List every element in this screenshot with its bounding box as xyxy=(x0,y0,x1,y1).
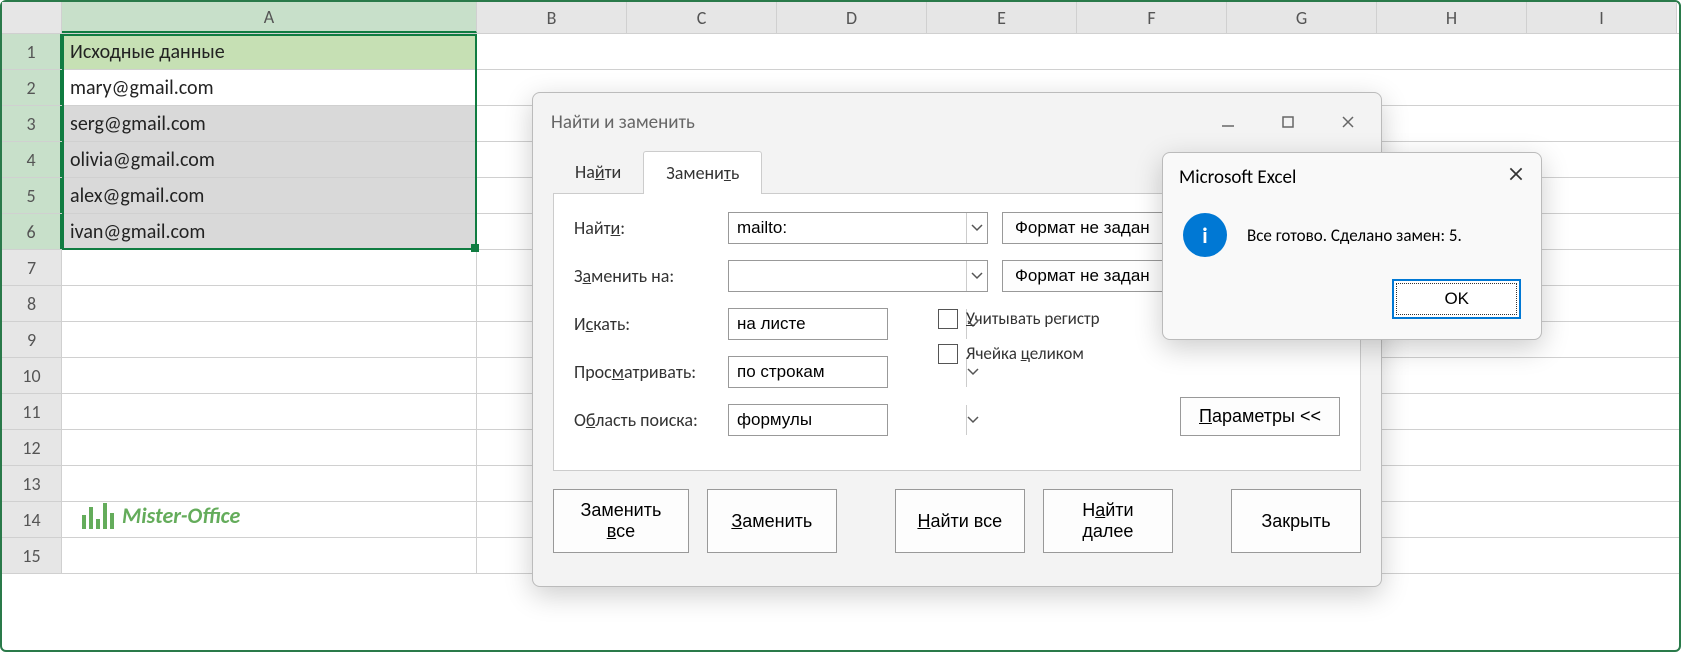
search-combo[interactable] xyxy=(728,308,888,340)
col-header-E[interactable]: E xyxy=(927,2,1077,33)
replace-label: Заменить на: xyxy=(574,265,714,287)
scope-label: Область поиска: xyxy=(574,409,714,431)
cell-A3[interactable]: serg@gmail.com xyxy=(62,106,477,141)
cell-A15[interactable] xyxy=(62,538,477,573)
close-button[interactable] xyxy=(1333,107,1363,137)
row-header-4[interactable]: 4 xyxy=(2,142,62,177)
col-header-F[interactable]: F xyxy=(1077,2,1227,33)
watermark: Mister-Office xyxy=(82,502,240,529)
cell-A7[interactable] xyxy=(62,250,477,285)
watermark-text: Mister-Office xyxy=(122,502,240,529)
close-dialog-button[interactable]: Закрыть xyxy=(1231,489,1361,553)
search-select[interactable] xyxy=(729,309,966,339)
cell-A10[interactable] xyxy=(62,358,477,393)
look-label: Просматривать: xyxy=(574,361,714,383)
cell-A12[interactable] xyxy=(62,430,477,465)
replace-button[interactable]: Заменить xyxy=(707,489,837,553)
replace-combo[interactable] xyxy=(728,260,988,292)
replace-input[interactable] xyxy=(729,261,966,291)
maximize-button[interactable] xyxy=(1273,107,1303,137)
cell-A6[interactable]: ivan@gmail.com xyxy=(62,214,477,249)
select-all-corner[interactable] xyxy=(2,2,62,33)
parameters-button[interactable]: Параметры << xyxy=(1180,397,1340,436)
case-label: Учитывать регистр xyxy=(966,308,1100,329)
scope-combo[interactable] xyxy=(728,404,888,436)
scope-select[interactable] xyxy=(729,405,966,435)
col-header-D[interactable]: D xyxy=(777,2,927,33)
look-select[interactable] xyxy=(729,357,966,387)
whole-cell-label: Ячейка целиком xyxy=(966,343,1084,364)
look-combo[interactable] xyxy=(728,356,888,388)
col-header-C[interactable]: C xyxy=(627,2,777,33)
close-icon[interactable] xyxy=(1507,165,1525,189)
cell-A5[interactable]: alex@gmail.com xyxy=(62,178,477,213)
find-input[interactable] xyxy=(729,213,966,243)
row-header-9[interactable]: 9 xyxy=(2,322,62,357)
cell-A2[interactable]: mary@gmail.com xyxy=(62,70,477,105)
whole-cell-checkbox[interactable] xyxy=(938,344,958,364)
row-header-10[interactable]: 10 xyxy=(2,358,62,393)
find-next-button[interactable]: Найти далее xyxy=(1043,489,1173,553)
find-all-button[interactable]: Найти все xyxy=(895,489,1025,553)
row-header-5[interactable]: 5 xyxy=(2,178,62,213)
col-header-G[interactable]: G xyxy=(1227,2,1377,33)
info-icon: i xyxy=(1183,213,1227,257)
row-header-6[interactable]: 6 xyxy=(2,214,62,249)
search-label: Искать: xyxy=(574,313,714,335)
row-header-15[interactable]: 15 xyxy=(2,538,62,573)
row-header-3[interactable]: 3 xyxy=(2,106,62,141)
chevron-down-icon[interactable] xyxy=(966,213,987,243)
message-title: Microsoft Excel xyxy=(1179,166,1296,189)
col-header-A[interactable]: A xyxy=(62,2,477,33)
row-header-14[interactable]: 14 xyxy=(2,502,62,537)
cell-A8[interactable] xyxy=(62,286,477,321)
find-format-button[interactable]: Формат не задан xyxy=(1002,212,1167,244)
message-text: Все готово. Сделано замен: 5. xyxy=(1247,225,1462,246)
ok-button[interactable]: OK xyxy=(1392,279,1521,319)
cell-A11[interactable] xyxy=(62,394,477,429)
tab-replace[interactable]: Заменить xyxy=(643,151,762,194)
row-header-11[interactable]: 11 xyxy=(2,394,62,429)
dialog-title: Найти и заменить xyxy=(551,111,695,134)
replace-all-button[interactable]: Заменить все xyxy=(553,489,689,553)
row-header-8[interactable]: 8 xyxy=(2,286,62,321)
col-header-B[interactable]: B xyxy=(477,2,627,33)
find-label: Найти: xyxy=(574,217,714,239)
minimize-button[interactable] xyxy=(1213,107,1243,137)
chevron-down-icon[interactable] xyxy=(966,261,987,291)
message-box: Microsoft Excel i Все готово. Сделано за… xyxy=(1162,152,1542,340)
find-combo[interactable] xyxy=(728,212,988,244)
cell-A9[interactable] xyxy=(62,322,477,357)
row-header-12[interactable]: 12 xyxy=(2,430,62,465)
col-header-H[interactable]: H xyxy=(1377,2,1527,33)
row-header-7[interactable]: 7 xyxy=(2,250,62,285)
cell-A1[interactable]: Исходные данные xyxy=(62,34,477,69)
row-header-1[interactable]: 1 xyxy=(2,34,62,69)
replace-format-button[interactable]: Формат не задан xyxy=(1002,260,1167,292)
cell-A13[interactable] xyxy=(62,466,477,501)
col-header-I[interactable]: I xyxy=(1527,2,1677,33)
row-header-2[interactable]: 2 xyxy=(2,70,62,105)
tab-find[interactable]: Найти xyxy=(553,151,643,194)
case-checkbox[interactable] xyxy=(938,309,958,329)
row-header-13[interactable]: 13 xyxy=(2,466,62,501)
cell-A4[interactable]: olivia@gmail.com xyxy=(62,142,477,177)
